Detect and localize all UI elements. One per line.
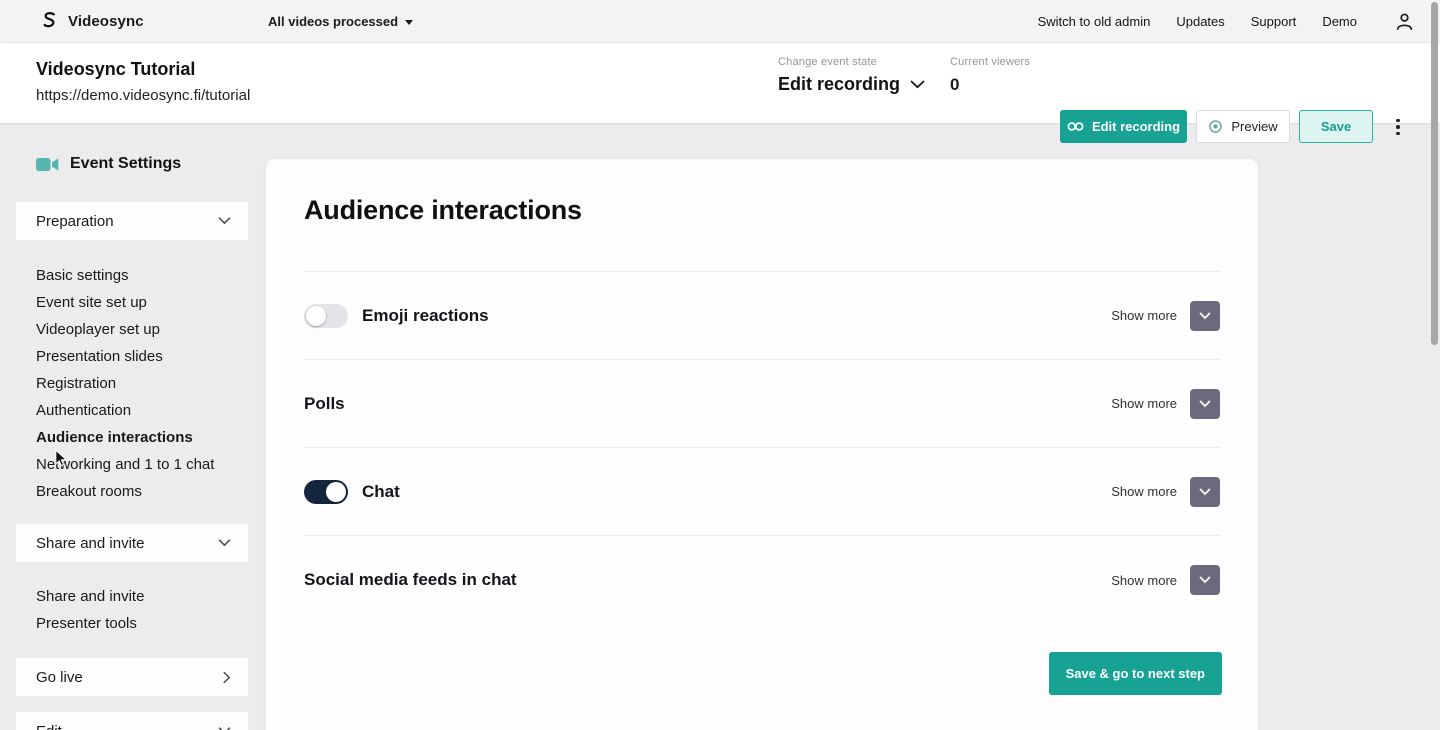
triangle-down-icon	[405, 20, 413, 25]
save-label: Save	[1321, 119, 1351, 134]
event-state-value: Edit recording	[778, 74, 900, 95]
top-bar: Videosync All videos processed Switch to…	[0, 0, 1440, 43]
polls-expand-button[interactable]	[1190, 389, 1220, 419]
more-options-menu[interactable]	[1390, 112, 1406, 142]
logo-text: Videosync	[68, 13, 144, 30]
videosync-logo[interactable]: Videosync	[40, 11, 144, 32]
chat-expand-button[interactable]	[1190, 477, 1220, 507]
chevron-down-icon	[218, 217, 231, 225]
chat-label: Chat	[362, 482, 400, 502]
videos-processed-dropdown[interactable]: All videos processed	[268, 0, 413, 43]
sidebar-item-event-site-set-up[interactable]: Event site set up	[36, 289, 248, 316]
event-settings-title: Event Settings	[70, 155, 181, 173]
section-preparation-label: Preparation	[36, 213, 114, 230]
chat-show-more[interactable]: Show more	[1111, 484, 1177, 499]
settings-rows: Emoji reactions Show more Polls Show mor…	[304, 271, 1220, 624]
link-updates[interactable]: Updates	[1176, 14, 1224, 29]
preparation-items: Basic settings Event site set up Videopl…	[36, 262, 248, 505]
sidebar-item-presenter-tools[interactable]: Presenter tools	[36, 610, 248, 637]
recording-icon	[1067, 121, 1084, 132]
sidebar-item-networking-1to1-chat[interactable]: Networking and 1 to 1 chat	[36, 451, 248, 478]
chat-toggle[interactable]	[304, 480, 348, 504]
share-items: Share and invite Presenter tools	[36, 583, 248, 637]
social-media-expand-button[interactable]	[1190, 565, 1220, 595]
chevron-down-icon	[1199, 576, 1211, 584]
section-edit[interactable]: Edit	[16, 712, 248, 730]
chevron-down-icon	[1199, 488, 1211, 496]
account-button[interactable]	[1395, 12, 1414, 31]
preview-label: Preview	[1231, 119, 1277, 134]
row-social-media-feeds: Social media feeds in chat Show more	[304, 536, 1220, 624]
row-chat: Chat Show more	[304, 448, 1220, 536]
social-media-label: Social media feeds in chat	[304, 570, 517, 590]
row-emoji-reactions: Emoji reactions Show more	[304, 272, 1220, 360]
sidebar-item-presentation-slides[interactable]: Presentation slides	[36, 343, 248, 370]
chevron-down-icon	[218, 539, 231, 547]
row-polls: Polls Show more	[304, 360, 1220, 448]
videos-processed-label: All videos processed	[268, 14, 398, 29]
sidebar-item-videoplayer-set-up[interactable]: Videoplayer set up	[36, 316, 248, 343]
sidebar-item-share-and-invite[interactable]: Share and invite	[36, 583, 248, 610]
topbar-links: Switch to old admin Updates Support Demo	[1038, 12, 1414, 31]
video-camera-icon	[36, 157, 59, 172]
section-share-and-invite[interactable]: Share and invite	[16, 524, 248, 562]
emoji-reactions-toggle[interactable]	[304, 304, 348, 328]
edit-recording-label: Edit recording	[1092, 119, 1180, 134]
audience-interactions-panel: Audience interactions Emoji reactions Sh…	[265, 158, 1259, 730]
emoji-reactions-label: Emoji reactions	[362, 306, 489, 326]
save-button[interactable]: Save	[1299, 110, 1373, 143]
save-and-next-button[interactable]: Save & go to next step	[1049, 652, 1222, 695]
link-switch-old-admin[interactable]: Switch to old admin	[1038, 14, 1151, 29]
link-demo[interactable]: Demo	[1322, 14, 1357, 29]
current-viewers-label: Current viewers	[950, 56, 1030, 68]
event-state-label: Change event state	[778, 56, 925, 68]
event-header: Videosync Tutorial https://demo.videosyn…	[0, 43, 1440, 123]
polls-label: Polls	[304, 394, 345, 414]
emoji-reactions-expand-button[interactable]	[1190, 301, 1220, 331]
edit-recording-button[interactable]: Edit recording	[1060, 110, 1187, 143]
event-title: Videosync Tutorial	[36, 59, 195, 80]
chevron-down-icon	[1199, 400, 1211, 408]
sidebar-item-breakout-rooms[interactable]: Breakout rooms	[36, 478, 248, 505]
scrollbar-thumb[interactable]	[1431, 2, 1438, 345]
logo-s-icon	[40, 11, 59, 32]
sidebar-item-authentication[interactable]: Authentication	[36, 397, 248, 424]
section-preparation[interactable]: Preparation	[16, 202, 248, 240]
event-settings-header: Event Settings	[36, 155, 181, 173]
emoji-reactions-show-more[interactable]: Show more	[1111, 308, 1177, 323]
social-media-show-more[interactable]: Show more	[1111, 573, 1177, 588]
section-go-live[interactable]: Go live	[16, 658, 248, 696]
chevron-down-icon	[1199, 312, 1211, 320]
page-title: Audience interactions	[304, 195, 1220, 226]
sidebar-item-registration[interactable]: Registration	[36, 370, 248, 397]
person-icon	[1395, 12, 1414, 31]
section-edit-label: Edit	[36, 723, 62, 730]
event-state-block: Change event state Edit recording	[778, 56, 925, 95]
preview-button[interactable]: Preview	[1196, 110, 1290, 143]
sidebar-item-audience-interactions[interactable]: Audience interactions	[36, 424, 248, 451]
event-url[interactable]: https://demo.videosync.fi/tutorial	[36, 87, 250, 104]
event-state-dropdown[interactable]: Edit recording	[778, 74, 925, 95]
chevron-right-icon	[223, 671, 231, 684]
current-viewers-value: 0	[950, 75, 1030, 95]
link-support[interactable]: Support	[1251, 14, 1297, 29]
polls-show-more[interactable]: Show more	[1111, 396, 1177, 411]
page-content: Event Settings Preparation Basic setting…	[0, 123, 1440, 730]
section-go-live-label: Go live	[36, 669, 83, 686]
section-share-label: Share and invite	[36, 535, 144, 552]
sidebar-item-basic-settings[interactable]: Basic settings	[36, 262, 248, 289]
chevron-down-icon	[910, 80, 925, 89]
preview-eye-icon	[1208, 119, 1223, 134]
current-viewers-block: Current viewers 0	[950, 56, 1030, 95]
